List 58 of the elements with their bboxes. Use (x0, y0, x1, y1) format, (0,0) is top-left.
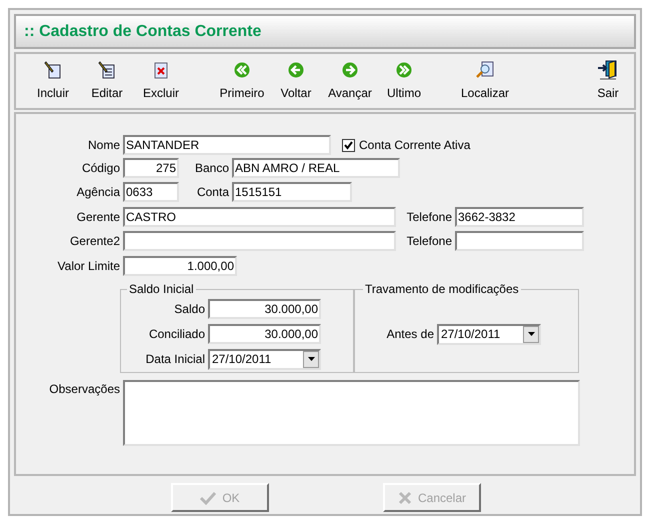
text-field[interactable]: CASTRO (123, 207, 396, 227)
notes-field[interactable] (123, 380, 580, 446)
group-title: Travamento de modificações (364, 281, 520, 298)
text-field[interactable]: ABN AMRO / REAL (232, 158, 400, 178)
field-label: Valor Limite (56, 258, 120, 275)
checkbox[interactable] (342, 138, 355, 152)
text-field[interactable]: 1.000,00 (123, 256, 237, 276)
text-field[interactable]: 275 (123, 158, 179, 178)
toolbar-button[interactable]: Incluir (26, 60, 80, 102)
toolbar-button[interactable]: Voltar (269, 60, 323, 102)
text-field[interactable]: 0633 (123, 182, 179, 202)
text-field[interactable] (455, 231, 584, 251)
toolbar-button[interactable]: Editar (80, 60, 134, 102)
field-label: Conta (196, 184, 229, 201)
date-dropdown[interactable]: 27/10/2011 (437, 324, 541, 344)
field-label: Telefone (406, 209, 452, 226)
double-right-arrow-icon (396, 62, 412, 78)
field-label: Data Inicial (144, 351, 205, 368)
date-dropdown[interactable]: 27/10/2011 (208, 348, 321, 370)
field-label: Saldo (173, 301, 205, 318)
toolbar-button[interactable]: Ultimo (377, 60, 431, 102)
left-arrow-icon (288, 62, 304, 78)
toolbar-button[interactable]: Excluir (134, 60, 188, 102)
text-field[interactable]: 30.000,00 (208, 299, 321, 319)
text-field[interactable]: 30.000,00 (208, 324, 321, 344)
toolbar-button[interactable]: Sair (581, 60, 635, 102)
field-label: Nome (86, 137, 120, 154)
toolbar-button[interactable]: Primeiro (215, 60, 269, 102)
field-label: Banco (194, 160, 229, 177)
exit-door-icon (597, 60, 619, 80)
check-icon (344, 140, 353, 150)
double-left-arrow-icon (234, 62, 250, 78)
toolbar-button[interactable]: Localizar (458, 60, 512, 102)
dropdown-arrow-icon (528, 332, 534, 336)
field-label: Código (80, 160, 120, 177)
toolbar-button[interactable]: Avançar (323, 60, 377, 102)
close-icon (398, 490, 412, 504)
field-label: Gerente2 (68, 233, 120, 250)
field-label: Observações (48, 381, 120, 398)
text-field[interactable]: 3662-3832 (455, 207, 584, 227)
text-field[interactable]: SANTANDER (123, 135, 331, 155)
text-field[interactable] (123, 231, 396, 251)
field-label: Gerente (76, 209, 120, 226)
checkbox-label: Conta Corrente Ativa (359, 137, 470, 154)
search-icon (475, 61, 495, 79)
check-icon (200, 490, 216, 504)
pencil-page-icon (44, 61, 62, 79)
dropdown-arrow-icon (308, 357, 314, 361)
delete-page-icon (153, 61, 169, 79)
field-label: Conciliado (148, 326, 205, 343)
field-label: Agência (76, 184, 120, 201)
field-label: Telefone (406, 233, 452, 250)
field-label: Antes de (386, 326, 434, 343)
window-title: :: Cadastro de Contas Corrente (24, 22, 262, 42)
pencil-page-icon (98, 61, 116, 79)
group-title: Saldo Inicial (128, 281, 195, 298)
right-arrow-icon (342, 62, 358, 78)
text-field[interactable]: 1515151 (232, 182, 352, 202)
